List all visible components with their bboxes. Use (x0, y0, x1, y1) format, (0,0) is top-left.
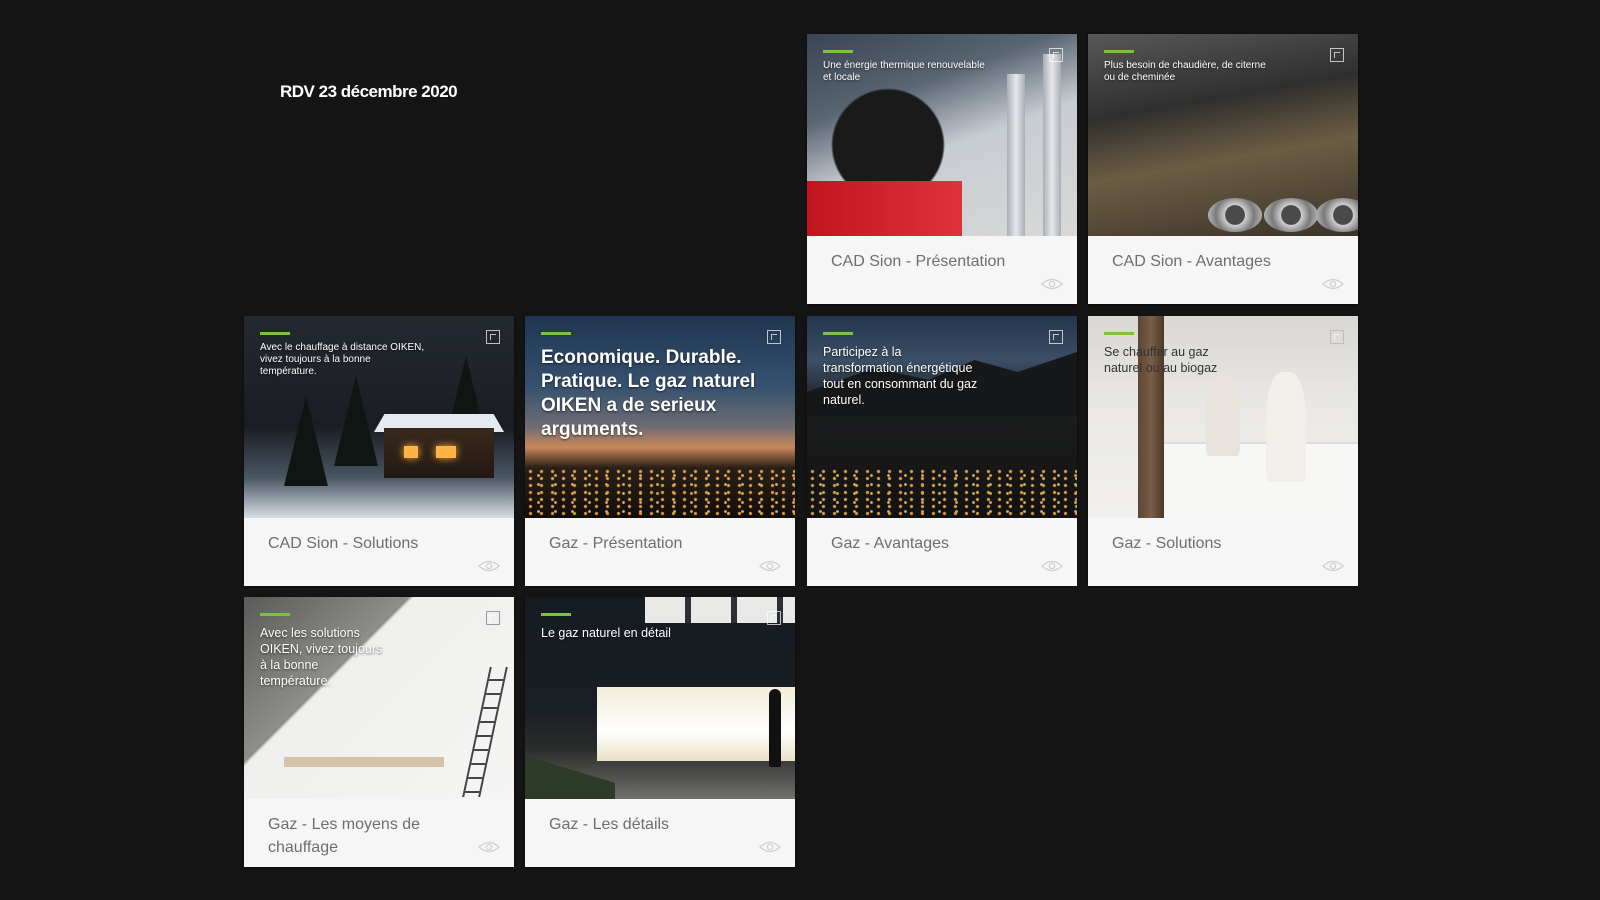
expand-icon[interactable] (486, 330, 500, 344)
eye-icon[interactable] (1322, 560, 1344, 572)
tree-shape (284, 396, 328, 486)
card-label[interactable]: Gaz - Avantages (831, 532, 1031, 555)
city-lights (525, 468, 795, 518)
person-shape (1266, 372, 1306, 482)
card-label[interactable]: CAD Sion - Présentation (831, 250, 1031, 273)
card-gaz-solutions[interactable]: Se chauffer au gaz naturel ou au biogaz … (1088, 316, 1358, 586)
accent-bar (260, 613, 290, 616)
valley-dusk-image: Economique. Durable. Pratique. Le gaz na… (525, 316, 795, 518)
city-lights (807, 468, 1077, 518)
expand-icon[interactable] (1330, 330, 1344, 344)
card-overlay-text: Economique. Durable. Pratique. Le gaz na… (541, 347, 756, 440)
eye-icon[interactable] (1322, 278, 1344, 290)
red-boiler-shape (807, 181, 962, 236)
counter-shape (1158, 442, 1358, 518)
accent-bar (541, 613, 571, 616)
chalet-shape (384, 428, 494, 478)
tree-shape (334, 376, 378, 466)
expand-icon[interactable] (1049, 48, 1063, 62)
person-silhouette (769, 689, 781, 767)
expand-icon[interactable] (1330, 48, 1344, 62)
card-label[interactable]: Gaz - Solutions (1112, 532, 1312, 555)
eye-icon[interactable] (478, 841, 500, 853)
card-label[interactable]: Gaz - Les détails (549, 813, 749, 836)
chalet-window (436, 446, 456, 458)
eye-icon[interactable] (1041, 560, 1063, 572)
ladder-shape (462, 667, 508, 797)
card-overlay-text: Plus besoin de chaudière, de citerne ou … (1104, 60, 1266, 83)
eye-icon[interactable] (759, 841, 781, 853)
card-label[interactable]: Gaz - Les moyens de chauffage (268, 813, 468, 859)
kitchen-family-image: Se chauffer au gaz naturel ou au biogaz (1088, 316, 1358, 518)
card-cad-sion-presentation[interactable]: Une énergie thermique renouvelable et lo… (807, 34, 1077, 304)
accent-bar (1104, 332, 1134, 335)
expand-icon[interactable] (1049, 330, 1063, 344)
card-overlay-text: Une énergie thermique renouvelable et lo… (823, 60, 985, 83)
mountain-night-image: Participez à la transformation énergétiq… (807, 316, 1077, 518)
pipe-shape (1043, 54, 1061, 236)
card-overlay-text: Avec les solutions OIKEN, vivez toujours… (260, 626, 383, 688)
card-label[interactable]: CAD Sion - Avantages (1112, 250, 1312, 273)
card-overlay-text: Se chauffer au gaz naturel ou au biogaz (1104, 345, 1218, 375)
page-title: RDV 23 décembre 2020 (280, 82, 458, 101)
accent-bar (260, 332, 290, 335)
card-gaz-presentation[interactable]: Economique. Durable. Pratique. Le gaz na… (525, 316, 795, 586)
pipe-shape (1316, 198, 1358, 232)
pipes-image: Plus besoin de chaudière, de citerne ou … (1088, 34, 1358, 236)
card-overlay-text: Participez à la transformation énergétiq… (823, 345, 978, 407)
pipe-shape (1264, 198, 1318, 232)
eye-icon[interactable] (1041, 278, 1063, 290)
expand-icon[interactable] (486, 611, 500, 625)
expand-icon[interactable] (767, 330, 781, 344)
table-shape (284, 757, 444, 767)
chalet-window (404, 446, 418, 458)
boiler-room-image: Une énergie thermique renouvelable et lo… (807, 34, 1077, 236)
card-cad-sion-solutions[interactable]: Avec le chauffage à distance OIKEN, vive… (244, 316, 514, 586)
card-gaz-moyens-de-chauffage[interactable]: Avec les solutions OIKEN, vivez toujours… (244, 597, 514, 867)
accent-bar (541, 332, 571, 335)
card-overlay-text: Avec le chauffage à distance OIKEN, vive… (260, 342, 425, 377)
card-label[interactable]: Gaz - Présentation (549, 532, 749, 555)
lit-window (597, 687, 795, 761)
accent-bar (823, 332, 853, 335)
eye-icon[interactable] (759, 560, 781, 572)
attic-family-image: Avec les solutions OIKEN, vivez toujours… (244, 597, 514, 799)
card-gaz-les-details[interactable]: Le gaz naturel en détail Gaz - Les détai… (525, 597, 795, 867)
accent-bar (823, 50, 853, 53)
card-gaz-avantages[interactable]: Participez à la transformation énergétiq… (807, 316, 1077, 586)
snowy-chalet-image: Avec le chauffage à distance OIKEN, vive… (244, 316, 514, 518)
expand-icon[interactable] (767, 611, 781, 625)
card-label[interactable]: CAD Sion - Solutions (268, 532, 468, 555)
modern-house-image: Le gaz naturel en détail (525, 597, 795, 799)
pipe-shape (1208, 198, 1262, 232)
card-cad-sion-avantages[interactable]: Plus besoin de chaudière, de citerne ou … (1088, 34, 1358, 304)
card-overlay-text: Le gaz naturel en détail (541, 626, 671, 640)
pipe-shape (1007, 74, 1025, 236)
eye-icon[interactable] (478, 560, 500, 572)
person-shape (1206, 376, 1240, 456)
accent-bar (1104, 50, 1134, 53)
